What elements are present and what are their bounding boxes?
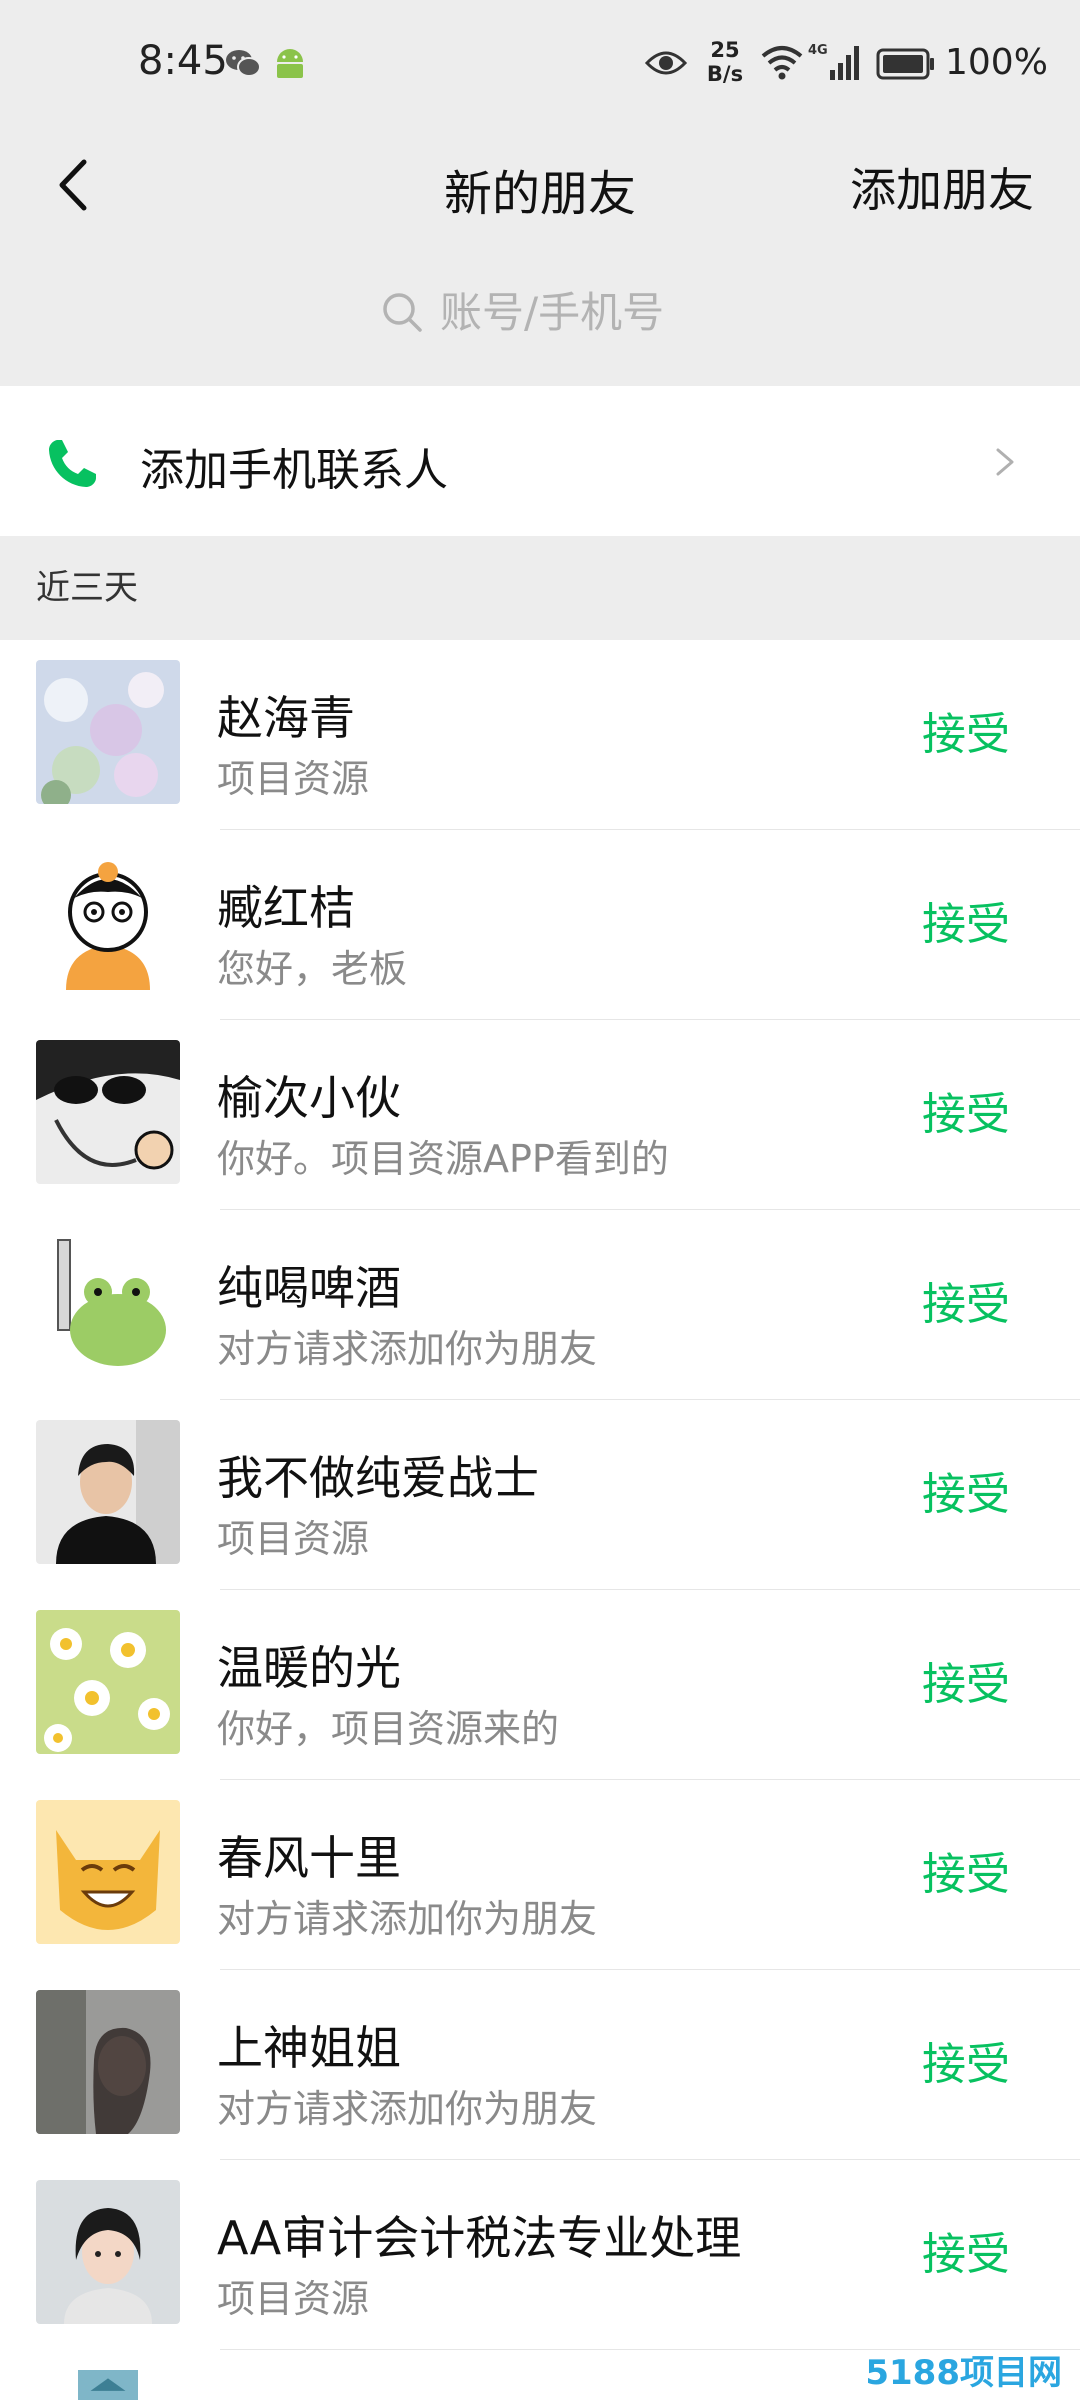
requester-name: 我不做纯爱战士 [217, 1451, 539, 1505]
requester-name: 臧红桔 [217, 881, 355, 935]
request-message: 对方请求添加你为朋友 [217, 1327, 598, 1371]
friend-request-row[interactable]: 春风十里 对方请求添加你为朋友 接受 [0, 1780, 1080, 1970]
new-friends-screen: 8:45 25 B/s 4G 100% 新的朋友 添加朋友 账号/手机号 添加手… [0, 0, 1080, 2400]
avatar [36, 1990, 180, 2134]
friend-request-row[interactable]: 纯喝啤酒 对方请求添加你为朋友 接受 [0, 1210, 1080, 1400]
request-message: 你好，项目资源来的 [217, 1707, 560, 1751]
add-friend-button[interactable]: 添加朋友 [850, 154, 1034, 220]
friend-request-row[interactable]: 榆次小伙 你好。项目资源APP看到的 接受 [0, 1020, 1080, 1210]
battery-percent: 100% [945, 42, 1048, 83]
eye-icon [645, 51, 687, 75]
avatar [36, 660, 180, 804]
net-speed-value: 25 [710, 38, 740, 62]
net-speed: 25 B/s [700, 38, 750, 86]
nav-bar: 新的朋友 添加朋友 [0, 130, 1080, 240]
signal-icon: 4G [808, 43, 859, 80]
request-message: 项目资源 [217, 1517, 370, 1561]
search-bar[interactable] [0, 262, 1080, 362]
accept-button[interactable]: 接受 [922, 1648, 1010, 1712]
status-time: 8:45 [138, 38, 228, 84]
request-message: 对方请求添加你为朋友 [217, 2087, 598, 2131]
accept-button[interactable]: 接受 [922, 2218, 1010, 2282]
friend-request-row[interactable]: 温暖的光 你好，项目资源来的 接受 [0, 1590, 1080, 1780]
accept-button[interactable]: 接受 [922, 1268, 1010, 1332]
battery-icon [876, 48, 934, 80]
net-speed-unit: B/s [706, 62, 744, 86]
wechat-icon [226, 50, 261, 77]
phone-icon [49, 440, 96, 487]
request-message: 对方请求添加你为朋友 [217, 1897, 598, 1941]
avatar [36, 2180, 180, 2324]
android-icon [277, 49, 303, 78]
requester-name: 温暖的光 [217, 1641, 401, 1695]
accept-button[interactable]: 接受 [922, 2028, 1010, 2092]
requester-name: 上神姐姐 [217, 2021, 401, 2075]
avatar [36, 1040, 180, 1184]
accept-button[interactable]: 接受 [922, 1078, 1010, 1142]
request-message: 项目资源 [217, 2277, 370, 2321]
search-icon [383, 293, 422, 332]
requester-name: AA审计会计税法专业处理 [217, 2211, 742, 2265]
friend-request-row[interactable]: 我不做纯爱战士 项目资源 接受 [0, 1400, 1080, 1590]
network-type: 4G [808, 43, 828, 58]
accept-button[interactable]: 接受 [922, 1838, 1010, 1902]
wifi-icon [761, 46, 803, 80]
friend-request-row[interactable]: 臧红桔 您好，老板 接受 [0, 830, 1080, 1020]
friend-request-row[interactable]: 赵海青 项目资源 接受 [0, 640, 1080, 830]
avatar [78, 2370, 138, 2400]
accept-button[interactable]: 接受 [922, 1458, 1010, 1522]
watermark: 5188项目网 [865, 2353, 1062, 2393]
section-header-recent: 近三天 [36, 568, 138, 608]
avatar [36, 1800, 180, 1944]
friend-request-list: 赵海青 项目资源 接受 臧红桔 您好，老板 接受 榆次小伙 你好。项目资源APP… [0, 640, 1080, 2400]
add-phone-contacts-label: 添加手机联系人 [140, 445, 448, 496]
requester-name: 春风十里 [217, 1831, 401, 1885]
accept-button[interactable]: 接受 [922, 888, 1010, 952]
avatar [36, 1230, 180, 1374]
requester-name: 榆次小伙 [217, 1071, 401, 1125]
chevron-right-icon [996, 448, 1014, 476]
request-message: 您好，老板 [217, 947, 408, 991]
avatar [36, 1420, 180, 1564]
search-input[interactable] [440, 287, 700, 337]
requester-name: 赵海青 [217, 691, 355, 745]
requester-name: 纯喝啤酒 [217, 1261, 401, 1315]
avatar [36, 850, 180, 994]
add-phone-contacts-item[interactable]: 添加手机联系人 [0, 386, 1080, 536]
avatar [36, 1610, 180, 1754]
accept-button[interactable]: 接受 [922, 698, 1010, 762]
friend-request-row[interactable]: 上神姐姐 对方请求添加你为朋友 接受 [0, 1970, 1080, 2160]
request-message: 你好。项目资源APP看到的 [217, 1137, 669, 1181]
status-bar: 8:45 25 B/s 4G 100% [0, 0, 1080, 130]
request-message: 项目资源 [217, 757, 370, 801]
friend-request-row[interactable]: AA审计会计税法专业处理 项目资源 接受 [0, 2160, 1080, 2350]
